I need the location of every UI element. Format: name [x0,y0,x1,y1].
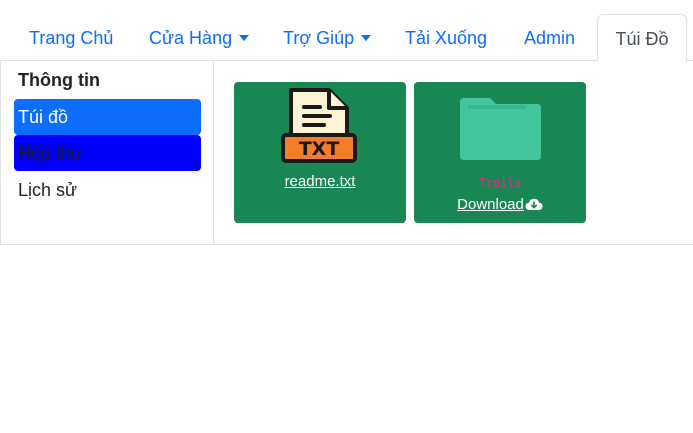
nav-download-label: Tải Xuống [405,28,488,48]
txt-file-icon: TXT [281,88,357,163]
folder-card: Trails Download [414,82,586,223]
sidebar-item-inbox[interactable]: Hộp thư [14,135,201,171]
caret-down-icon [361,35,372,41]
tab-inventory-label: Túi Đồ [615,29,669,49]
download-link[interactable]: Download [414,196,586,213]
cloud-download-icon [525,198,543,210]
sidebar: Thông tin Túi đồ Hộp thư Lịch sử [1,61,214,244]
sidebar-heading: Thông tin [18,70,100,90]
nav-admin-label: Admin [524,28,576,48]
nav-store-label: Cửa Hàng [149,28,233,48]
folder-icon [460,98,541,160]
nav-home-label: Trang Chủ [29,28,114,48]
nav-home[interactable]: Trang Chủ [29,14,113,61]
nav-admin[interactable]: Admin [524,14,575,61]
tab-inventory[interactable]: Túi Đồ [597,14,687,62]
download-label: Download [457,196,524,213]
caret-down-icon [239,35,250,41]
sidebar-item-inventory[interactable]: Túi đồ [14,99,201,135]
svg-text:TXT: TXT [299,138,340,160]
sidebar-item-history[interactable]: Lịch sử [14,172,201,208]
nav-store-dropdown[interactable]: Cửa Hàng [149,14,250,61]
nav-help-dropdown[interactable]: Trợ Giúp [283,14,372,61]
nav-help-label: Trợ Giúp [283,28,355,48]
file-card: TXT readme.txt [234,82,406,223]
top-nav: Trang Chủ Cửa Hàng Trợ Giúp Tải Xuống Ad… [0,14,693,62]
content-panel: Thông tin Túi đồ Hộp thư Lịch sử TXT rea… [0,61,693,245]
nav-download[interactable]: Tải Xuống [405,14,487,61]
readme-file-link[interactable]: readme.txt [234,173,406,190]
folder-label: Trails [478,176,522,190]
